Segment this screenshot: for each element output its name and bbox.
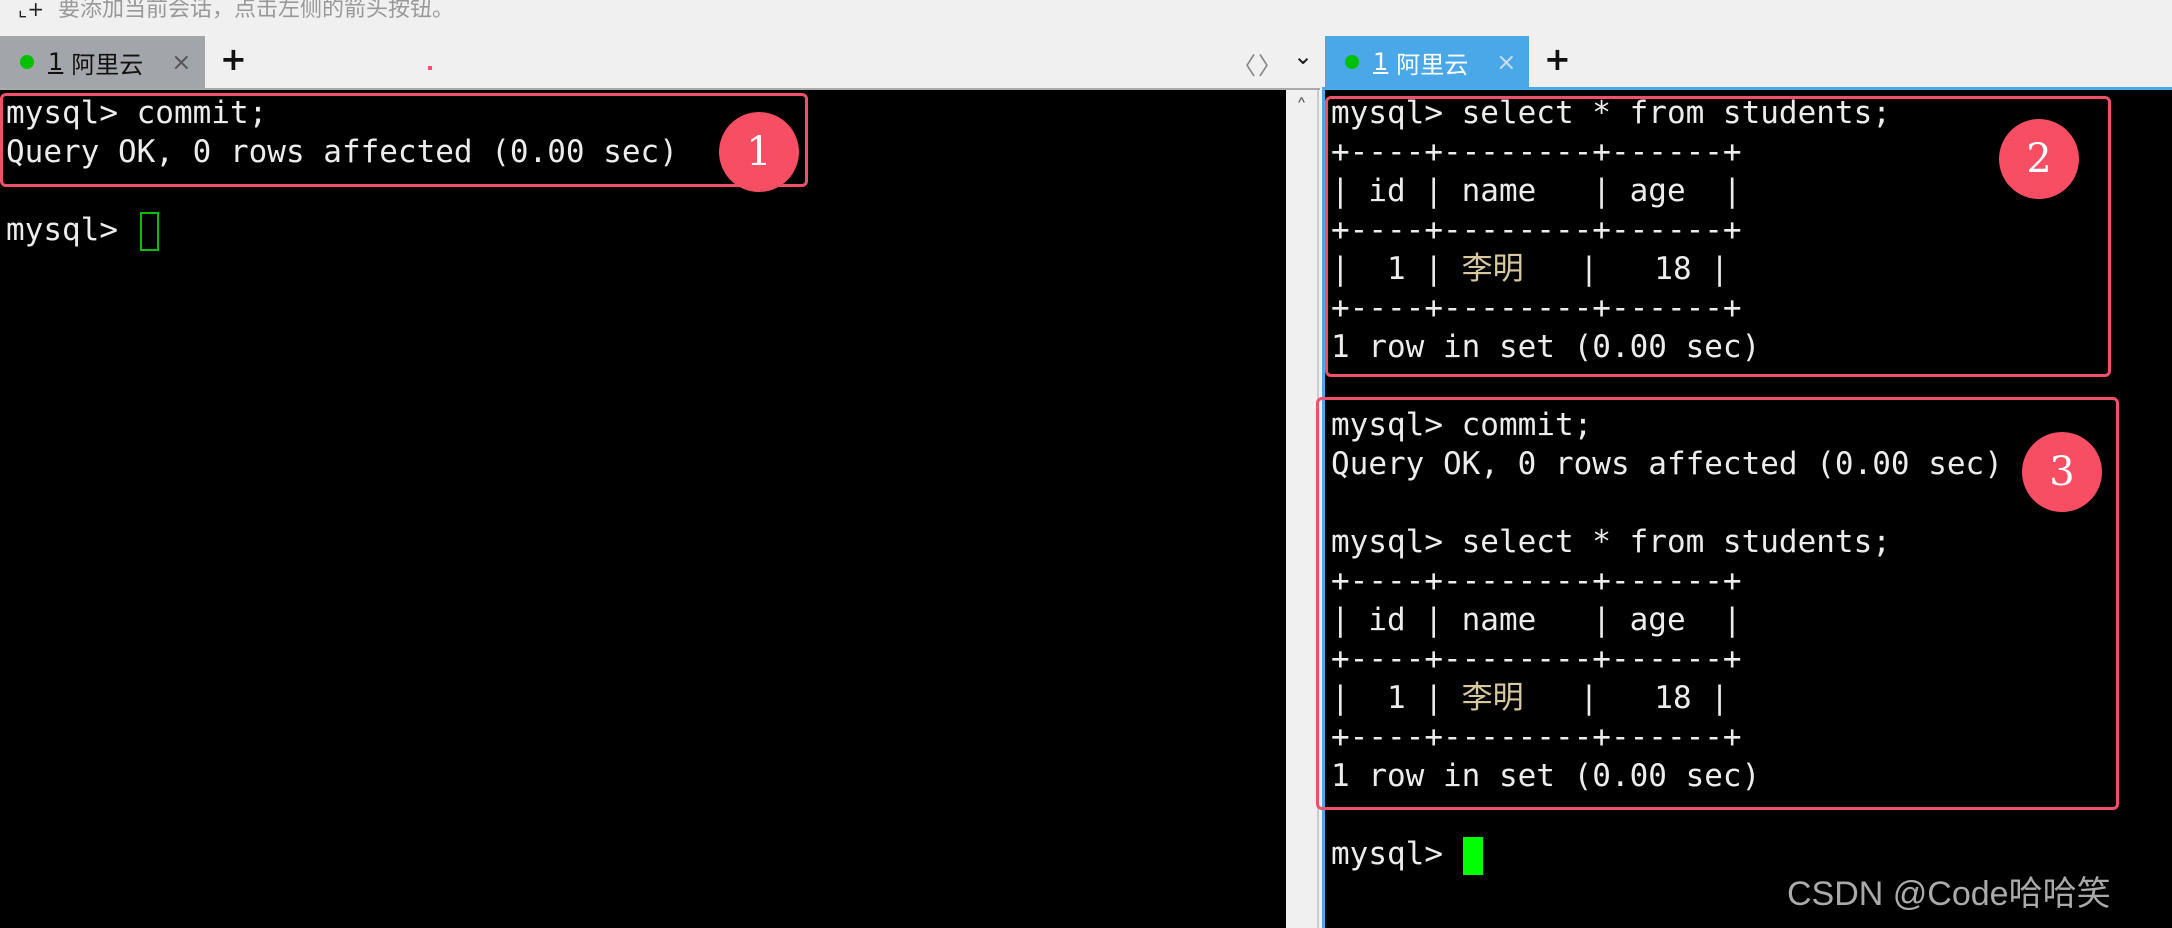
annotation-box-3 <box>1316 397 2119 810</box>
cursor-active <box>1463 837 1483 875</box>
tab-number: 1 <box>1373 48 1389 76</box>
left-scrollbar[interactable]: ˄ <box>1286 90 1319 928</box>
marker-dot <box>428 66 432 70</box>
cursor-inactive <box>140 212 159 251</box>
prev-tab-button[interactable]: 〈 <box>1232 46 1256 81</box>
status-dot-icon <box>1345 55 1359 69</box>
annotation-badge-3: 3 <box>2022 432 2102 512</box>
annotation-badge-2: 2 <box>1999 119 2079 199</box>
tab-menu-chevron-icon[interactable]: ⌄ <box>1293 42 1313 70</box>
close-icon[interactable]: × <box>171 48 191 76</box>
tab-label: 阿里云 <box>1396 50 1469 79</box>
status-dot-icon <box>20 55 34 69</box>
close-icon[interactable]: × <box>1496 48 1516 76</box>
hint-bar: 要添加当前会话，点击左侧的箭头按钮。 <box>0 0 2172 34</box>
annotation-box-2 <box>1325 96 2111 377</box>
tab-label: 阿里云 <box>71 50 144 79</box>
annotation-box-1 <box>0 93 808 187</box>
left-terminal[interactable]: mysql> commit; Query OK, 0 rows affected… <box>0 90 1286 928</box>
hint-text: 要添加当前会话，点击左侧的箭头按钮。 <box>58 0 455 22</box>
tab-right-aliyun[interactable]: 1 阿里云 × <box>1325 36 1529 88</box>
watermark: CSDN @Code哈哈笑 <box>1787 875 2111 913</box>
next-tab-button[interactable]: 〉 <box>1258 46 1282 81</box>
add-session-icon[interactable]: ⌞+ <box>18 0 44 19</box>
annotation-badge-1: 1 <box>719 112 799 192</box>
add-tab-button[interactable]: + <box>220 40 247 78</box>
scroll-up-icon[interactable]: ˄ <box>1286 96 1317 121</box>
add-tab-button-right[interactable]: + <box>1544 40 1571 78</box>
tab-left-aliyun[interactable]: 1 阿里云 × <box>0 36 205 88</box>
tab-number: 1 <box>48 48 64 76</box>
